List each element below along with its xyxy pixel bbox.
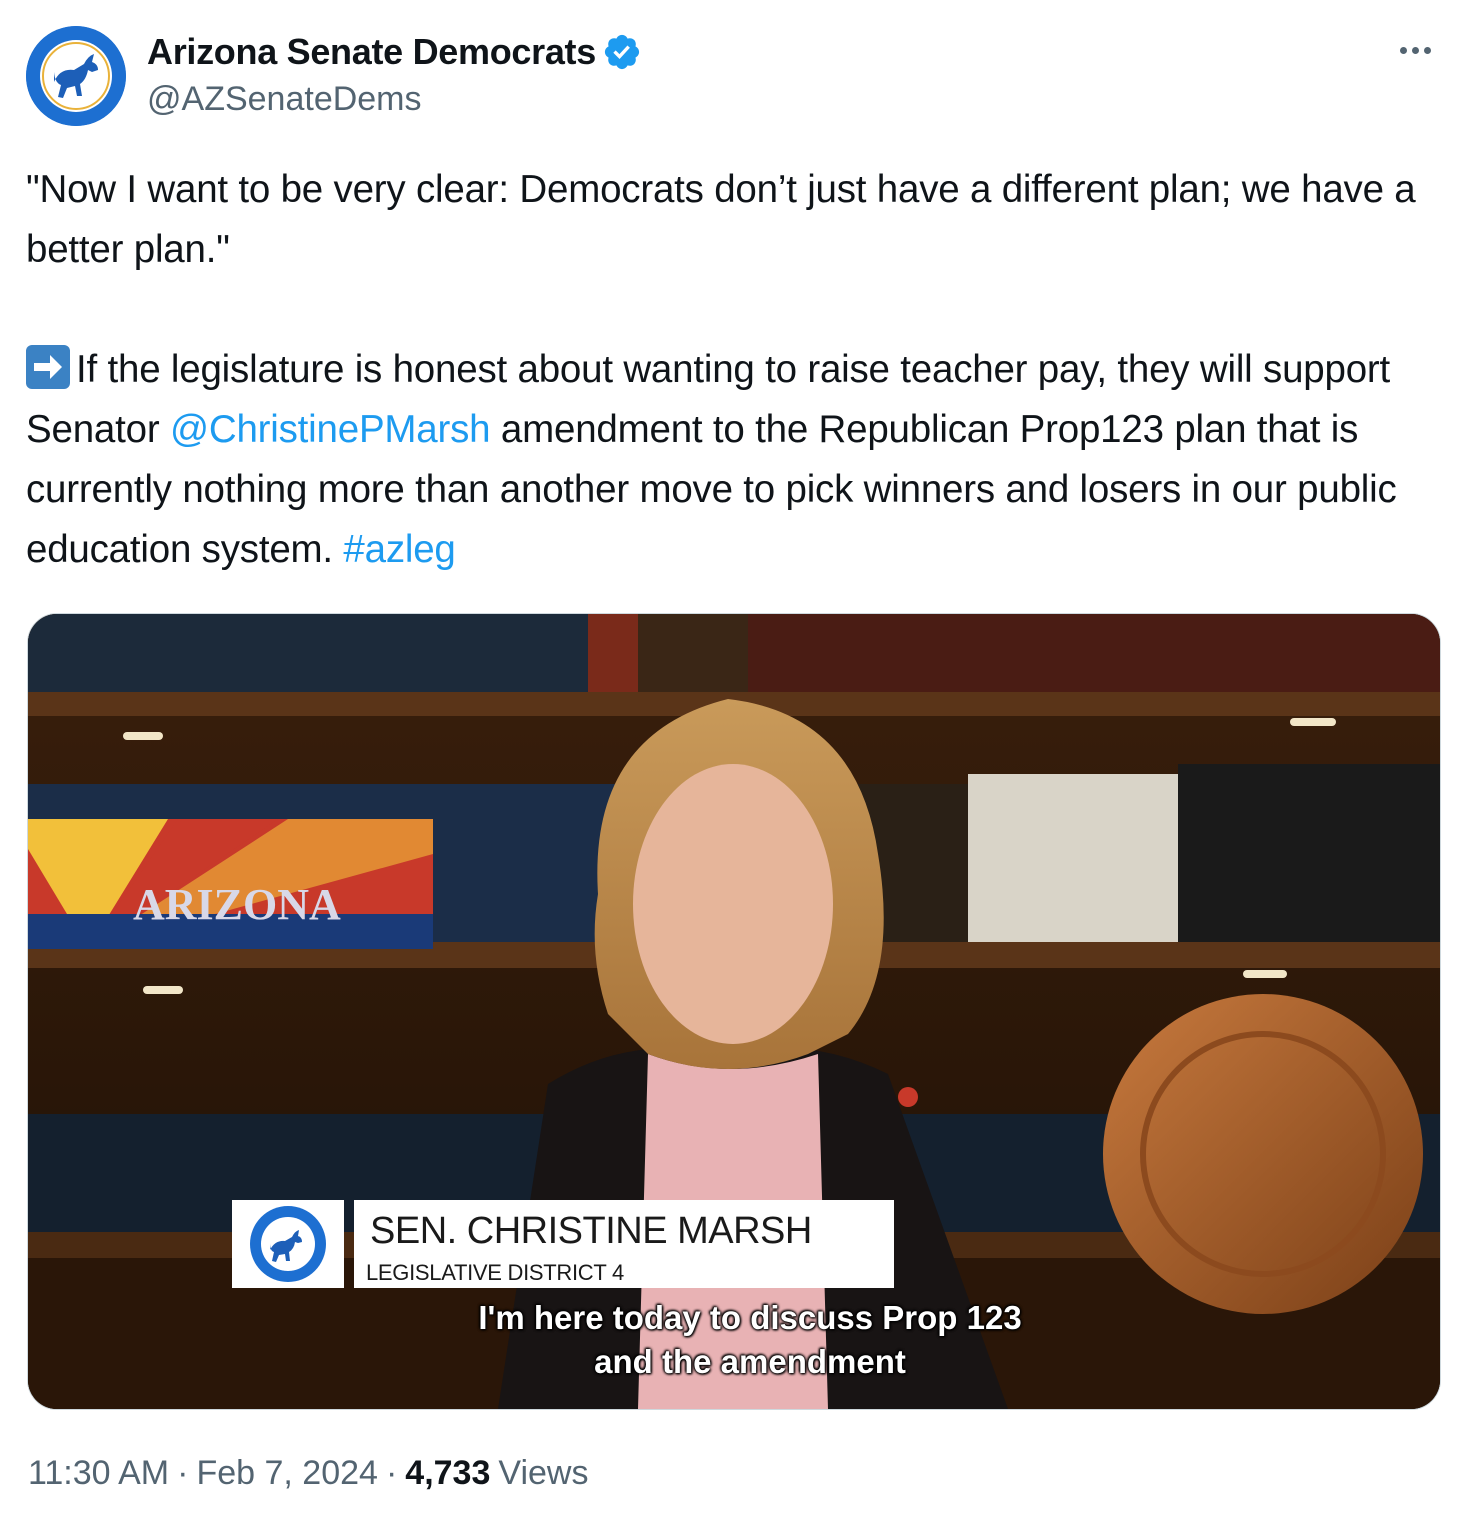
- video-frame: ARIZONA: [28, 614, 1440, 1409]
- tweet-paragraph: If the legislature is honest about wanti…: [26, 340, 1436, 580]
- author-avatar[interactable]: [26, 26, 126, 126]
- lower-third-subtitle: LEGISLATIVE DISTRICT 4: [366, 1260, 624, 1285]
- author-handle[interactable]: @AZSenateDems: [147, 80, 422, 119]
- views-label: Views: [498, 1454, 589, 1492]
- caucus-logo-icon: [232, 1200, 344, 1288]
- video-media[interactable]: ARIZONA: [27, 613, 1441, 1410]
- arizona-sign-text: ARIZONA: [133, 880, 341, 929]
- hashtag-link[interactable]: #azleg: [343, 528, 455, 571]
- lower-third-name: SEN. CHRISTINE MARSH: [370, 1210, 812, 1252]
- tweet-date[interactable]: Feb 7, 2024: [196, 1454, 377, 1493]
- meta-separator: ·: [385, 1454, 398, 1492]
- meta-separator: ·: [177, 1454, 189, 1492]
- tweet-card: Arizona Senate Democrats @AZSenateDems "…: [0, 0, 1470, 1532]
- author-name-row: Arizona Senate Democrats: [147, 28, 642, 76]
- tweet-quote: "Now I want to be very clear: Democrats …: [26, 168, 1416, 271]
- video-caption: I'm here today to discuss Prop 123 and t…: [350, 1296, 1150, 1384]
- verified-badge-icon: [604, 34, 640, 70]
- author-display-name[interactable]: Arizona Senate Democrats: [147, 31, 596, 73]
- caption-line-1: I'm here today to discuss Prop 123: [478, 1299, 1022, 1336]
- tweet-time[interactable]: 11:30 AM: [28, 1454, 169, 1493]
- more-options-icon[interactable]: [1390, 30, 1440, 70]
- tweet-meta: 11:30 AM · Feb 7, 2024 · 4,733 Views: [28, 1454, 588, 1493]
- donkey-logo-icon: [26, 26, 126, 126]
- caption-line-2: and the amendment: [594, 1343, 906, 1380]
- tweet-text: "Now I want to be very clear: Democrats …: [26, 160, 1436, 580]
- views-count[interactable]: 4,733: [405, 1454, 490, 1493]
- mention-link[interactable]: @ChristinePMarsh: [170, 408, 491, 451]
- right-arrow-emoji-icon: [26, 345, 70, 389]
